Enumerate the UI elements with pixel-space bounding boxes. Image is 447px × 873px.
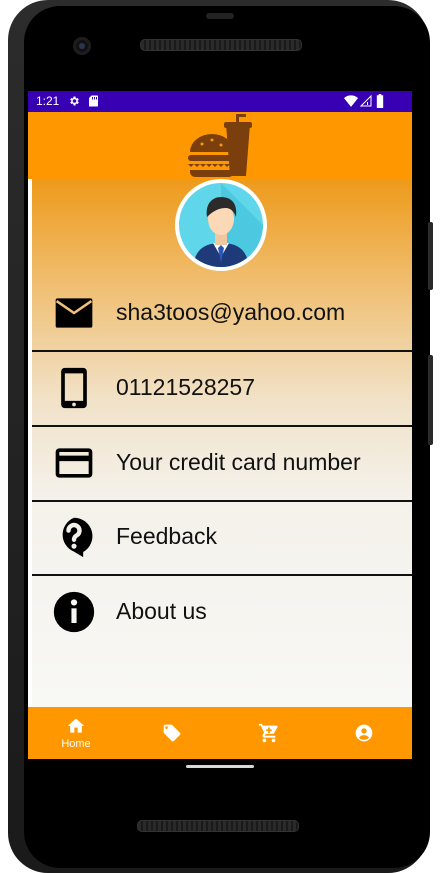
menu-item-credit-card[interactable]: Your credit card number — [32, 427, 412, 502]
menu-item-about-us[interactable]: About us — [32, 576, 412, 649]
device-power-button — [428, 355, 433, 445]
earpiece-speaker — [140, 39, 302, 51]
menu-item-phone[interactable]: 01121528257 — [32, 352, 412, 427]
nav-home[interactable]: Home — [28, 707, 124, 759]
nav-account[interactable] — [316, 707, 412, 759]
tag-icon — [163, 724, 181, 742]
menu-item-label: Your credit card number — [116, 449, 361, 475]
man-in-suit-avatar — [179, 183, 263, 267]
bottom-navigation: Home — [28, 707, 412, 759]
burger-and-drink-logo — [188, 114, 252, 177]
status-time: 1:21 — [36, 94, 60, 108]
sd-card-icon — [89, 95, 98, 107]
menu-item-feedback[interactable]: Feedback — [32, 501, 412, 576]
device-top-slot — [206, 13, 234, 19]
front-camera — [73, 37, 91, 55]
gear-icon — [70, 96, 79, 106]
nav-cart[interactable] — [220, 707, 316, 759]
account-icon — [355, 724, 373, 742]
app-bar — [28, 112, 412, 179]
bottom-speaker — [137, 820, 299, 832]
avatar[interactable] — [175, 179, 267, 271]
nav-home-label: Home — [61, 738, 91, 750]
battery-icon — [376, 94, 384, 108]
cart-icon — [258, 723, 278, 743]
gesture-home-bar[interactable] — [186, 765, 254, 768]
status-bar: 1:21 — [28, 91, 412, 112]
phone-icon — [61, 367, 87, 409]
help-icon — [62, 517, 93, 558]
device-volume-button — [428, 222, 433, 290]
menu-item-label: sha3toos@yahoo.com — [116, 299, 346, 325]
menu-item-label: Feedback — [116, 523, 218, 549]
credit-card-icon — [55, 448, 93, 478]
menu-item-email[interactable]: sha3toos@yahoo.com — [32, 277, 412, 352]
menu-item-label: About us — [116, 598, 207, 624]
home-icon — [67, 718, 85, 733]
menu-item-label: 01121528257 — [116, 374, 255, 400]
nav-offers[interactable] — [124, 707, 220, 759]
info-icon — [53, 591, 95, 633]
mail-icon — [55, 298, 93, 328]
signal-icon — [360, 95, 372, 107]
wifi-icon — [344, 95, 358, 107]
screen: 1:21 sha3toos@yahoo.com 01121528257 Your… — [28, 91, 412, 759]
